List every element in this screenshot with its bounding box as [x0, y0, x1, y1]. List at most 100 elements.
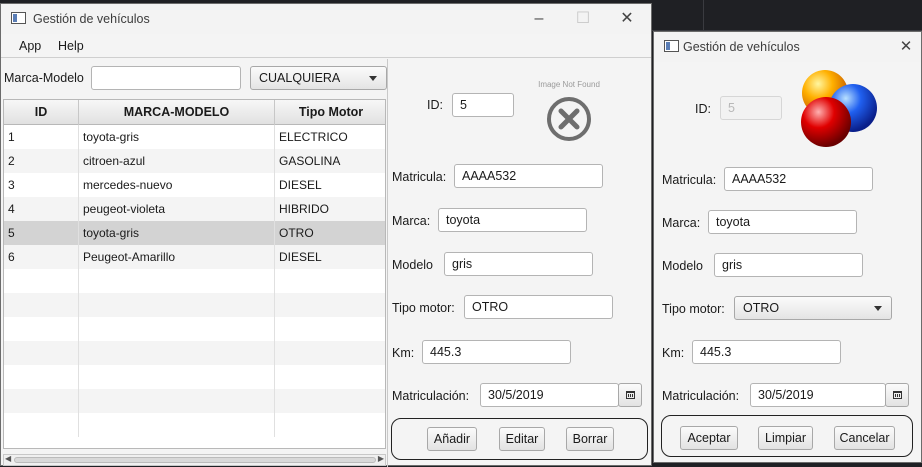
dialog-km-label: Km:: [662, 346, 685, 360]
cell-marca-modelo: [79, 269, 275, 293]
cell-tipo-motor: DIESEL: [279, 250, 322, 264]
empty-table-row: [4, 317, 385, 341]
table-row[interactable]: 2 citroen-azul GASOLINA: [4, 149, 385, 173]
cell-tipo-motor: [275, 269, 385, 293]
empty-table-row: [4, 389, 385, 413]
minimize-icon[interactable]: –: [517, 6, 561, 32]
cell-tipo-motor: [275, 365, 385, 389]
close-icon[interactable]: ✕: [886, 34, 922, 60]
dialog-title-bar[interactable]: Gestión de vehículos ✕: [654, 32, 921, 62]
dialog-matricula-field[interactable]: AAAA532: [724, 167, 873, 191]
column-header-marca-modelo[interactable]: MARCA-MODELO: [79, 100, 275, 125]
marca-label: Marca:: [392, 214, 431, 228]
cell-id: [4, 341, 79, 365]
marca-field[interactable]: toyota: [438, 208, 587, 232]
clear-button[interactable]: Limpiar: [758, 426, 813, 450]
empty-table-row: [4, 365, 385, 389]
cell-tipo-motor: [275, 293, 385, 317]
vehicles-table[interactable]: ID MARCA-MODELO Tipo Motor 1 toyota-gris E…: [3, 99, 386, 449]
empty-table-row: [4, 269, 385, 293]
cell-tipo-motor: DIESEL: [279, 178, 322, 192]
calendar-icon: [626, 391, 635, 399]
table-row[interactable]: 4 peugeot-violeta HIBRIDO: [4, 197, 385, 221]
cell-id: [4, 269, 79, 293]
dialog-matricula-label: Matricula:: [662, 173, 717, 187]
cell-marca-modelo: [79, 293, 275, 317]
table-row[interactable]: 3 mercedes-nuevo DIESEL: [4, 173, 385, 197]
cell-marca-modelo: citroen-azul: [79, 149, 275, 173]
horizontal-scrollbar[interactable]: ◀ ▶: [3, 454, 386, 466]
km-label: Km:: [392, 346, 415, 360]
motor-filter-combo[interactable]: CUALQUIERA: [250, 66, 387, 90]
modelo-label: Modelo: [392, 258, 433, 272]
dialog-km-field[interactable]: 445.3: [692, 340, 841, 364]
delete-button[interactable]: Borrar: [566, 427, 614, 451]
dialog-marca-field[interactable]: toyota: [708, 210, 857, 234]
filter-input[interactable]: [91, 66, 241, 90]
cell-id: [4, 413, 79, 437]
column-header-id[interactable]: ID: [4, 100, 79, 125]
cell-marca-modelo: [79, 341, 275, 365]
scroll-right-icon[interactable]: ▶: [378, 454, 384, 463]
table-header: ID MARCA-MODELO Tipo Motor: [4, 100, 385, 125]
edit-button[interactable]: Editar: [499, 427, 545, 451]
dialog-modelo-field[interactable]: gris: [714, 253, 863, 277]
matriculacion-date-field[interactable]: 30/5/2019: [480, 383, 619, 407]
dialog-tipo-motor-label: Tipo motor:: [662, 302, 725, 316]
broken-image-icon: [547, 97, 591, 141]
title-bar[interactable]: Gestión de vehículos – ☐ ✕: [1, 4, 651, 34]
cell-marca-modelo: [79, 413, 275, 437]
dialog-marca-label: Marca:: [662, 216, 701, 230]
close-icon[interactable]: ✕: [605, 6, 649, 32]
colored-balls-image: [801, 70, 877, 147]
cell-tipo-motor: HIBRIDO: [279, 202, 330, 216]
cell-id: [4, 365, 79, 389]
calendar-icon: [893, 391, 902, 399]
tipo-motor-field[interactable]: OTRO: [464, 295, 613, 319]
empty-table-row: [4, 413, 385, 437]
image-not-found-text: Image Not Found: [538, 80, 600, 89]
dialog-matriculacion-date-field[interactable]: 30/5/2019: [750, 383, 886, 407]
matricula-field[interactable]: AAAA532: [454, 164, 603, 188]
dialog-tipo-motor-combo[interactable]: OTRO: [734, 296, 892, 320]
date-picker-button[interactable]: [618, 383, 642, 407]
dialog-date-picker-button[interactable]: [885, 383, 909, 407]
tipo-motor-label: Tipo motor:: [392, 301, 455, 315]
accept-button[interactable]: Aceptar: [680, 426, 738, 450]
cell-marca-modelo: [79, 317, 275, 341]
cell-tipo-motor: GASOLINA: [279, 154, 341, 168]
cell-marca-modelo: Peugeot-Amarillo: [79, 245, 275, 269]
chevron-down-icon: [874, 306, 882, 311]
menu-app[interactable]: App: [19, 39, 41, 53]
dialog-tipo-motor-value: OTRO: [743, 301, 780, 315]
modelo-field[interactable]: gris: [444, 252, 593, 276]
id-field[interactable]: 5: [452, 93, 514, 117]
cell-id: [4, 317, 79, 341]
cell-marca-modelo: toyota-gris: [79, 125, 275, 149]
maximize-icon[interactable]: ☐: [561, 6, 605, 32]
menu-help[interactable]: Help: [58, 39, 84, 53]
table-row[interactable]: 5 toyota-gris OTRO: [4, 221, 385, 245]
window-title: Gestión de vehículos: [33, 12, 150, 26]
table-row[interactable]: 1 toyota-gris ELECTRICO: [4, 125, 385, 149]
cell-marca-modelo: peugeot-violeta: [79, 197, 275, 221]
cell-tipo-motor: [275, 413, 385, 437]
column-header-tipo-motor[interactable]: Tipo Motor: [275, 100, 385, 125]
dialog-id-label: ID:: [695, 102, 711, 116]
cell-id: 6: [4, 245, 79, 269]
empty-table-row: [4, 293, 385, 317]
add-button[interactable]: Añadir: [427, 427, 477, 451]
cancel-button[interactable]: Cancelar: [834, 426, 895, 450]
table-row[interactable]: 6 Peugeot-Amarillo DIESEL: [4, 245, 385, 269]
main-window: Gestión de vehículos – ☐ ✕ App Help Marc…: [0, 3, 652, 467]
cell-id: 1: [4, 125, 79, 149]
matriculacion-label: Matriculación:: [392, 389, 470, 403]
scroll-left-icon[interactable]: ◀: [5, 454, 11, 463]
km-field[interactable]: 445.3: [422, 340, 571, 364]
scrollbar-thumb[interactable]: [14, 457, 376, 463]
id-label: ID:: [427, 98, 443, 112]
app-icon: [664, 40, 679, 52]
dialog-matriculacion-label: Matriculación:: [662, 389, 740, 403]
empty-table-row: [4, 341, 385, 365]
split-divider[interactable]: [387, 59, 388, 467]
